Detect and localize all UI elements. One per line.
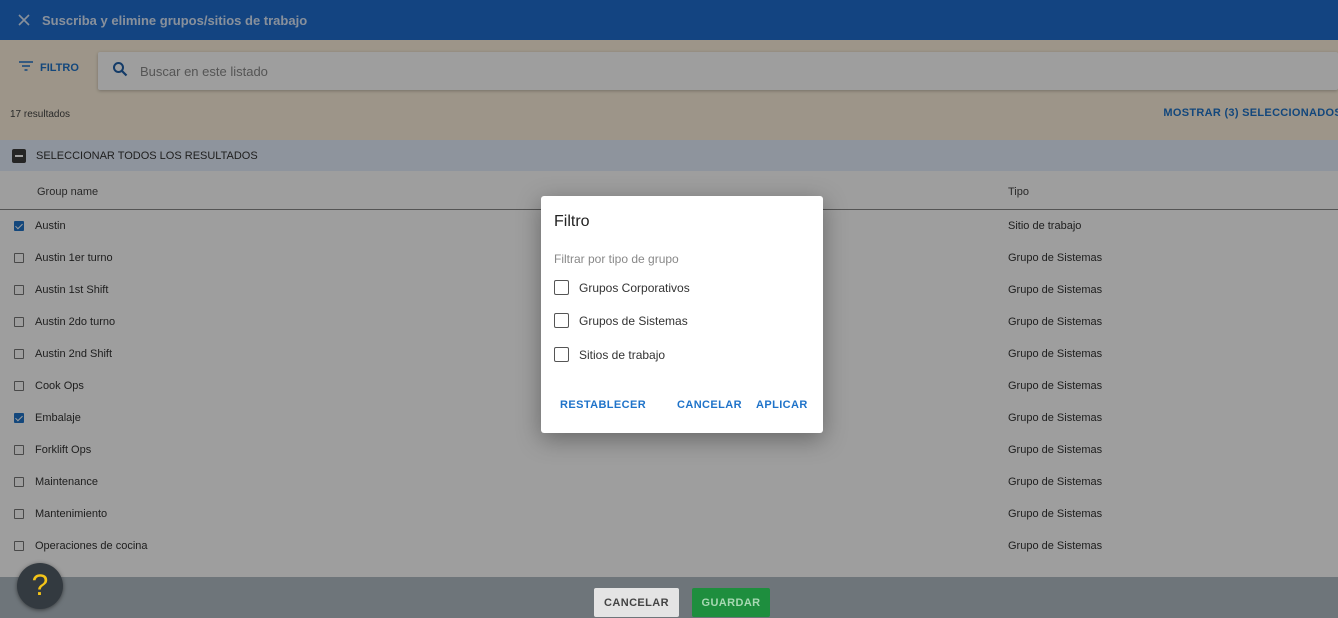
reset-button[interactable]: RESTABLECER — [560, 399, 646, 411]
option-label: Grupos Corporativos — [579, 280, 690, 295]
option-checkbox[interactable] — [554, 313, 569, 328]
option-checkbox[interactable] — [554, 347, 569, 362]
option-checkbox[interactable] — [554, 280, 569, 295]
save-button[interactable]: GUARDAR — [692, 588, 770, 617]
dialog-cancel-button[interactable]: CANCELAR — [677, 399, 742, 411]
option-grupos-corporativos[interactable]: Grupos Corporativos — [554, 280, 690, 295]
cancel-button[interactable]: CANCELAR — [594, 588, 679, 617]
help-icon[interactable]: ? — [17, 563, 63, 609]
option-sitios-de-trabajo[interactable]: Sitios de trabajo — [554, 347, 665, 362]
dialog-subtitle: Filtrar por tipo de grupo — [554, 252, 679, 266]
dialog-title: Filtro — [554, 213, 590, 230]
filter-dialog: Filtro Filtrar por tipo de grupo Grupos … — [541, 196, 823, 433]
option-label: Grupos de Sistemas — [579, 313, 688, 328]
option-grupos-de-sistemas[interactable]: Grupos de Sistemas — [554, 313, 688, 328]
apply-button[interactable]: APLICAR — [756, 399, 808, 411]
option-label: Sitios de trabajo — [579, 347, 666, 362]
